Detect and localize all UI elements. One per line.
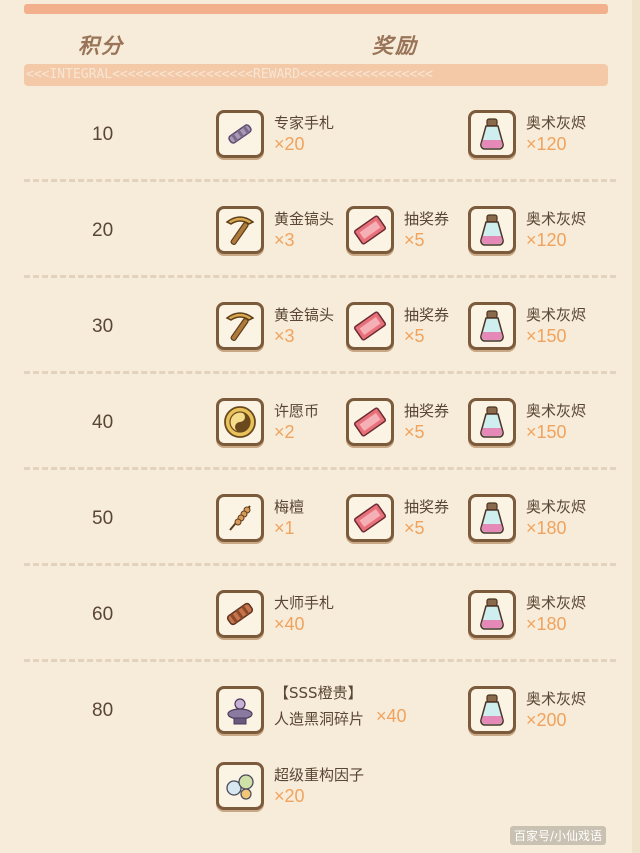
item-name: 许愿币 [274, 402, 320, 420]
score-value: 60 [92, 604, 114, 625]
reward-table: 10 专家手札 ×20 奥术灰烬 ×120 20 黄金镐头 ×3 抽奖券 ×5 … [0, 86, 640, 832]
reward-header: 奖励 [372, 34, 418, 58]
item-rarity-label: 【SSS橙贵】 [274, 684, 363, 702]
score-value: 20 [92, 220, 114, 241]
item-qty: ×120 [526, 230, 567, 250]
wish-coin-icon [216, 398, 264, 446]
item-name: 奥术灰烬 [526, 210, 587, 228]
item-name: 人造黑洞碎片 [274, 710, 365, 728]
arcane-ash-potion-icon [468, 590, 516, 638]
item-qty: ×2 [274, 422, 295, 442]
item-name: 黄金镐头 [274, 210, 335, 228]
item-qty: ×40 [376, 706, 407, 726]
item-name: 奥术灰烬 [526, 114, 587, 132]
item-qty: ×180 [526, 614, 567, 634]
master-notes-icon [216, 590, 264, 638]
item-qty: ×5 [404, 230, 425, 250]
table-row: 20 黄金镐头 ×3 抽奖券 ×5 奥术灰烬 ×120 [0, 182, 640, 278]
item-name: 专家手札 [274, 114, 335, 132]
column-headers: 积分 奖励 [0, 30, 640, 64]
item-name: 奥术灰烬 [526, 498, 587, 516]
super-restructure-factor-icon [216, 762, 264, 810]
expert-notes-icon [216, 110, 264, 158]
score-value: 30 [92, 316, 114, 337]
arcane-ash-potion-icon [468, 110, 516, 158]
lottery-ticket-icon [346, 302, 394, 350]
table-row: 50 梅檀 ×1 抽奖券 ×5 奥术灰烬 ×180 [0, 470, 640, 566]
item-qty: ×150 [526, 326, 567, 346]
item-qty: ×3 [274, 326, 295, 346]
lottery-ticket-icon [346, 398, 394, 446]
item-name: 奥术灰烬 [526, 594, 587, 612]
item-name: 梅檀 [274, 498, 305, 516]
item-qty: ×150 [526, 422, 567, 442]
score-value: 40 [92, 412, 114, 433]
table-row: 60 大师手札 ×40 奥术灰烬 ×180 [0, 566, 640, 662]
item-name: 奥术灰烬 [526, 402, 587, 420]
arcane-ash-potion-icon [468, 398, 516, 446]
arcane-ash-potion-icon [468, 494, 516, 542]
item-name: 黄金镐头 [274, 306, 335, 324]
item-qty: ×120 [526, 134, 567, 154]
score-value: 10 [92, 124, 114, 145]
table-row: 80 【SSS橙贵】 人造黑洞碎片 ×40 奥术灰烬 ×200 超级重构因子 ×… [0, 662, 640, 832]
item-qty: ×5 [404, 518, 425, 538]
item-name: 奥术灰烬 [526, 306, 587, 324]
item-qty: ×5 [404, 326, 425, 346]
item-name: 抽奖券 [404, 498, 450, 516]
lottery-ticket-icon [346, 206, 394, 254]
item-name: 奥术灰烬 [526, 690, 587, 708]
table-row: 40 许愿币 ×2 抽奖券 ×5 奥术灰烬 ×150 [0, 374, 640, 470]
item-qty: ×40 [274, 614, 305, 634]
arcane-ash-potion-icon [468, 686, 516, 734]
item-name: 抽奖券 [404, 210, 450, 228]
score-value: 80 [92, 700, 114, 721]
golden-pickaxe-icon [216, 302, 264, 350]
black-hole-fragment-icon [216, 686, 264, 734]
table-row: 10 专家手札 ×20 奥术灰烬 ×120 [0, 86, 640, 182]
item-qty: ×1 [274, 518, 295, 538]
item-qty: ×20 [274, 786, 305, 806]
sandalwood-stick-icon [216, 494, 264, 542]
item-name: 抽奖券 [404, 402, 450, 420]
banner-text: <<<INTEGRAL<<<<<<<<<<<<<<<<<<REWARD<<<<<… [26, 67, 433, 82]
item-qty: ×20 [274, 134, 305, 154]
item-qty: ×180 [526, 518, 567, 538]
integral-reward-banner: <<<INTEGRAL<<<<<<<<<<<<<<<<<<REWARD<<<<<… [24, 64, 608, 86]
arcane-ash-potion-icon [468, 206, 516, 254]
item-name: 超级重构因子 [274, 766, 365, 784]
arcane-ash-potion-icon [468, 302, 516, 350]
item-name: 抽奖券 [404, 306, 450, 324]
table-row: 30 黄金镐头 ×3 抽奖券 ×5 奥术灰烬 ×150 [0, 278, 640, 374]
integral-header: 积分 [78, 34, 124, 58]
score-value: 50 [92, 508, 114, 529]
lottery-ticket-icon [346, 494, 394, 542]
item-qty: ×200 [526, 710, 567, 730]
golden-pickaxe-icon [216, 206, 264, 254]
top-accent-bar [24, 4, 608, 14]
item-name: 大师手札 [274, 594, 335, 612]
watermark: 百家号/小仙戏语 [510, 826, 607, 845]
item-qty: ×3 [274, 230, 295, 250]
item-qty: ×5 [404, 422, 425, 442]
